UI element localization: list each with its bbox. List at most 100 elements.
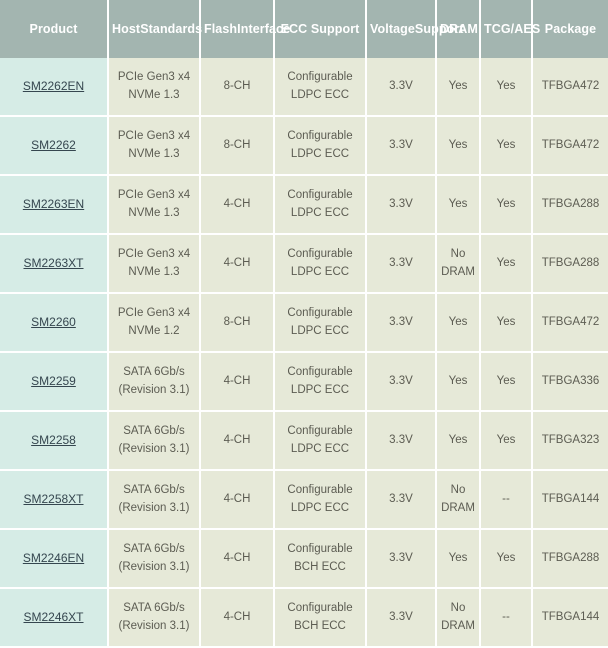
- cell-flash: 4-CH: [200, 470, 274, 529]
- cell-line: 3.3V: [370, 609, 432, 627]
- cell-line: 4-CH: [204, 432, 270, 450]
- cell-line: 3.3V: [370, 196, 432, 214]
- table-row: SM2263ENPCIe Gen3 x4NVMe 1.34-CHConfigur…: [0, 175, 608, 234]
- cell-line: LDPC ECC: [278, 441, 362, 459]
- cell-package: TFBGA472: [532, 293, 608, 352]
- column-header-line: ECC Support: [281, 22, 360, 36]
- cell-line: TFBGA288: [536, 255, 605, 273]
- cell-host: PCIe Gen3 x4NVMe 1.2: [108, 293, 200, 352]
- cell-tcg: Yes: [480, 411, 532, 470]
- cell-line: TFBGA288: [536, 196, 605, 214]
- table-row: SM2262PCIe Gen3 x4NVMe 1.38-CHConfigurab…: [0, 116, 608, 175]
- cell-voltage: 3.3V: [366, 588, 436, 647]
- cell-flash: 8-CH: [200, 293, 274, 352]
- cell-voltage: 3.3V: [366, 293, 436, 352]
- cell-package: TFBGA323: [532, 411, 608, 470]
- cell-dram: Yes: [436, 293, 480, 352]
- cell-voltage: 3.3V: [366, 175, 436, 234]
- cell-line: NVMe 1.3: [112, 205, 196, 223]
- cell-product: SM2260: [0, 293, 108, 352]
- cell-ecc: ConfigurableLDPC ECC: [274, 293, 366, 352]
- cell-tcg: Yes: [480, 352, 532, 411]
- product-link[interactable]: SM2262: [31, 138, 76, 152]
- cell-line: Configurable: [278, 246, 362, 264]
- cell-line: Configurable: [278, 69, 362, 87]
- product-link[interactable]: SM2258XT: [23, 492, 83, 506]
- column-header-line: Host: [112, 22, 140, 36]
- product-link[interactable]: SM2263EN: [23, 197, 84, 211]
- product-link[interactable]: SM2259: [31, 374, 76, 388]
- cell-line: Yes: [440, 373, 476, 391]
- cell-line: Configurable: [278, 305, 362, 323]
- product-spec-table: ProductHostStandardsFlashInterfaceECC Su…: [0, 0, 608, 648]
- cell-line: Yes: [440, 78, 476, 96]
- cell-line: Yes: [484, 137, 528, 155]
- cell-dram: Yes: [436, 58, 480, 116]
- cell-line: TFBGA472: [536, 314, 605, 332]
- cell-line: 4-CH: [204, 196, 270, 214]
- product-link[interactable]: SM2260: [31, 315, 76, 329]
- cell-ecc: ConfigurableBCH ECC: [274, 588, 366, 647]
- cell-tcg: Yes: [480, 234, 532, 293]
- cell-line: Yes: [440, 137, 476, 155]
- cell-line: Yes: [484, 373, 528, 391]
- cell-line: 3.3V: [370, 491, 432, 509]
- table-row: SM2258 SATA 6Gb/s(Revision 3.1)4-CHConfig…: [0, 411, 608, 470]
- cell-line: TFBGA144: [536, 609, 605, 627]
- cell-line: Yes: [484, 255, 528, 273]
- cell-line: Yes: [440, 196, 476, 214]
- cell-flash: 4-CH: [200, 234, 274, 293]
- cell-ecc: ConfigurableLDPC ECC: [274, 116, 366, 175]
- column-header-ecc: ECC Support: [274, 0, 366, 58]
- cell-host: SATA 6Gb/s(Revision 3.1): [108, 411, 200, 470]
- cell-line: LDPC ECC: [278, 146, 362, 164]
- cell-line: TFBGA288: [536, 550, 605, 568]
- cell-voltage: 3.3V: [366, 116, 436, 175]
- cell-product: SM2262EN: [0, 58, 108, 116]
- cell-product: SM2258: [0, 411, 108, 470]
- cell-host: SATA 6Gb/s(Revision 3.1): [108, 470, 200, 529]
- cell-line: TFBGA323: [536, 432, 605, 450]
- product-link[interactable]: SM2246EN: [23, 551, 84, 565]
- cell-line: TFBGA472: [536, 78, 605, 96]
- cell-line: 3.3V: [370, 373, 432, 391]
- cell-package: TFBGA144: [532, 470, 608, 529]
- cell-line: DRAM: [440, 618, 476, 636]
- column-header-dram: DRAM: [436, 0, 480, 58]
- cell-flash: 4-CH: [200, 411, 274, 470]
- table-row: SM2258XTSATA 6Gb/s(Revision 3.1)4-CHConf…: [0, 470, 608, 529]
- cell-line: PCIe Gen3 x4: [112, 128, 196, 146]
- cell-package: TFBGA288: [532, 234, 608, 293]
- cell-host: PCIe Gen3 x4NVMe 1.3: [108, 175, 200, 234]
- cell-line: 4-CH: [204, 491, 270, 509]
- cell-line: LDPC ECC: [278, 382, 362, 400]
- cell-line: TFBGA144: [536, 491, 605, 509]
- cell-line: No: [440, 246, 476, 264]
- column-header-line: DRAM: [440, 22, 478, 36]
- cell-ecc: ConfigurableLDPC ECC: [274, 411, 366, 470]
- product-link[interactable]: SM2246XT: [23, 610, 83, 624]
- table-row: SM2246ENSATA 6Gb/s(Revision 3.1)4-CHConf…: [0, 529, 608, 588]
- cell-flash: 4-CH: [200, 588, 274, 647]
- cell-line: LDPC ECC: [278, 264, 362, 282]
- cell-voltage: 3.3V: [366, 411, 436, 470]
- cell-line: Configurable: [278, 541, 362, 559]
- cell-line: (Revision 3.1): [112, 559, 196, 577]
- product-link[interactable]: SM2263XT: [23, 256, 83, 270]
- cell-voltage: 3.3V: [366, 529, 436, 588]
- cell-line: Yes: [440, 550, 476, 568]
- cell-ecc: ConfigurableLDPC ECC: [274, 234, 366, 293]
- cell-line: BCH ECC: [278, 559, 362, 577]
- cell-product: SM2263EN: [0, 175, 108, 234]
- product-link[interactable]: SM2262EN: [23, 79, 84, 93]
- product-link[interactable]: SM2258: [31, 433, 76, 447]
- cell-line: (Revision 3.1): [112, 618, 196, 636]
- cell-line: No: [440, 600, 476, 618]
- cell-host: SATA 6Gb/s(Revision 3.1): [108, 588, 200, 647]
- table-row: SM2260 PCIe Gen3 x4NVMe 1.28-CHConfigurab…: [0, 293, 608, 352]
- cell-flash: 4-CH: [200, 352, 274, 411]
- cell-tcg: Yes: [480, 58, 532, 116]
- cell-line: Yes: [484, 432, 528, 450]
- cell-flash: 4-CH: [200, 529, 274, 588]
- cell-line: LDPC ECC: [278, 323, 362, 341]
